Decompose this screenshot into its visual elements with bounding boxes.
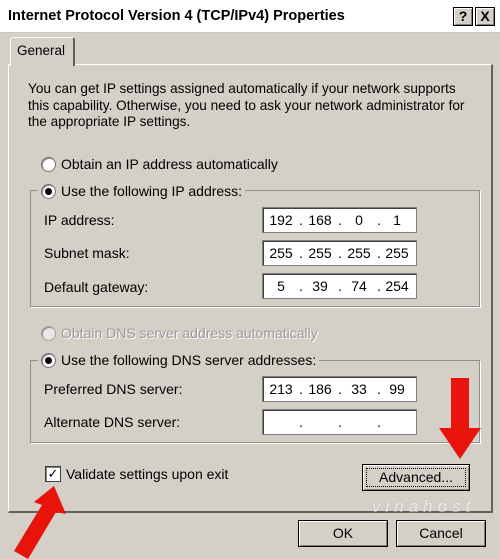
tab-general-label: General [17,43,66,58]
title-bar: Internet Protocol Version 4 (TCP/IPv4) P… [0,0,500,33]
ip-auto-label: Obtain an IP address automatically [61,156,278,172]
ip-manual-label: Use the following IP address: [58,183,246,199]
default-gateway-field[interactable]: 5 . 39 . 74 . 254 [262,273,417,299]
subnet-mask-label: Subnet mask: [44,245,130,261]
radio-selected-dot [45,188,52,195]
alternate-dns-label: Alternate DNS server: [44,414,181,430]
dns-auto-label: Obtain DNS server address automatically [61,325,318,341]
preferred-dns-label: Preferred DNS server: [44,381,183,397]
validate-label: Validate settings upon exit [66,466,229,482]
subnet-mask-field[interactable]: 255 . 255 . 255 . 255 [262,240,417,266]
validate-checkbox[interactable]: ✓ [45,466,61,482]
default-gateway-label: Default gateway: [44,279,149,295]
ip-address-label: IP address: [44,212,115,228]
red-arrow-icon [14,486,66,559]
dns-manual-label: Use the following DNS server addresses: [58,352,320,368]
cancel-button[interactable]: Cancel [396,520,486,547]
red-arrow-icon [439,378,481,459]
description-text: You can get IP settings assigned automat… [28,81,465,129]
alternate-dns-field[interactable]: . . . [262,409,417,435]
ok-button[interactable]: OK [298,520,388,547]
ip-address-field[interactable]: 192 . 168 . 0 . 1 [262,207,417,233]
vinahost-watermark: vinahost [372,497,476,516]
dns-manual-radio[interactable] [41,353,56,368]
tab-general[interactable]: General [10,37,75,66]
help-button[interactable]: ? [453,7,473,26]
advanced-button[interactable]: Advanced... [362,464,470,491]
close-button[interactable]: X [475,7,495,26]
ip-auto-radio[interactable] [41,157,56,172]
ip-manual-radio[interactable] [41,184,56,199]
radio-selected-dot [45,357,52,364]
window-title: Internet Protocol Version 4 (TCP/IPv4) P… [8,8,345,24]
preferred-dns-field[interactable]: 213 . 186 . 33 . 99 [262,376,417,402]
dns-auto-radio[interactable] [41,326,56,341]
